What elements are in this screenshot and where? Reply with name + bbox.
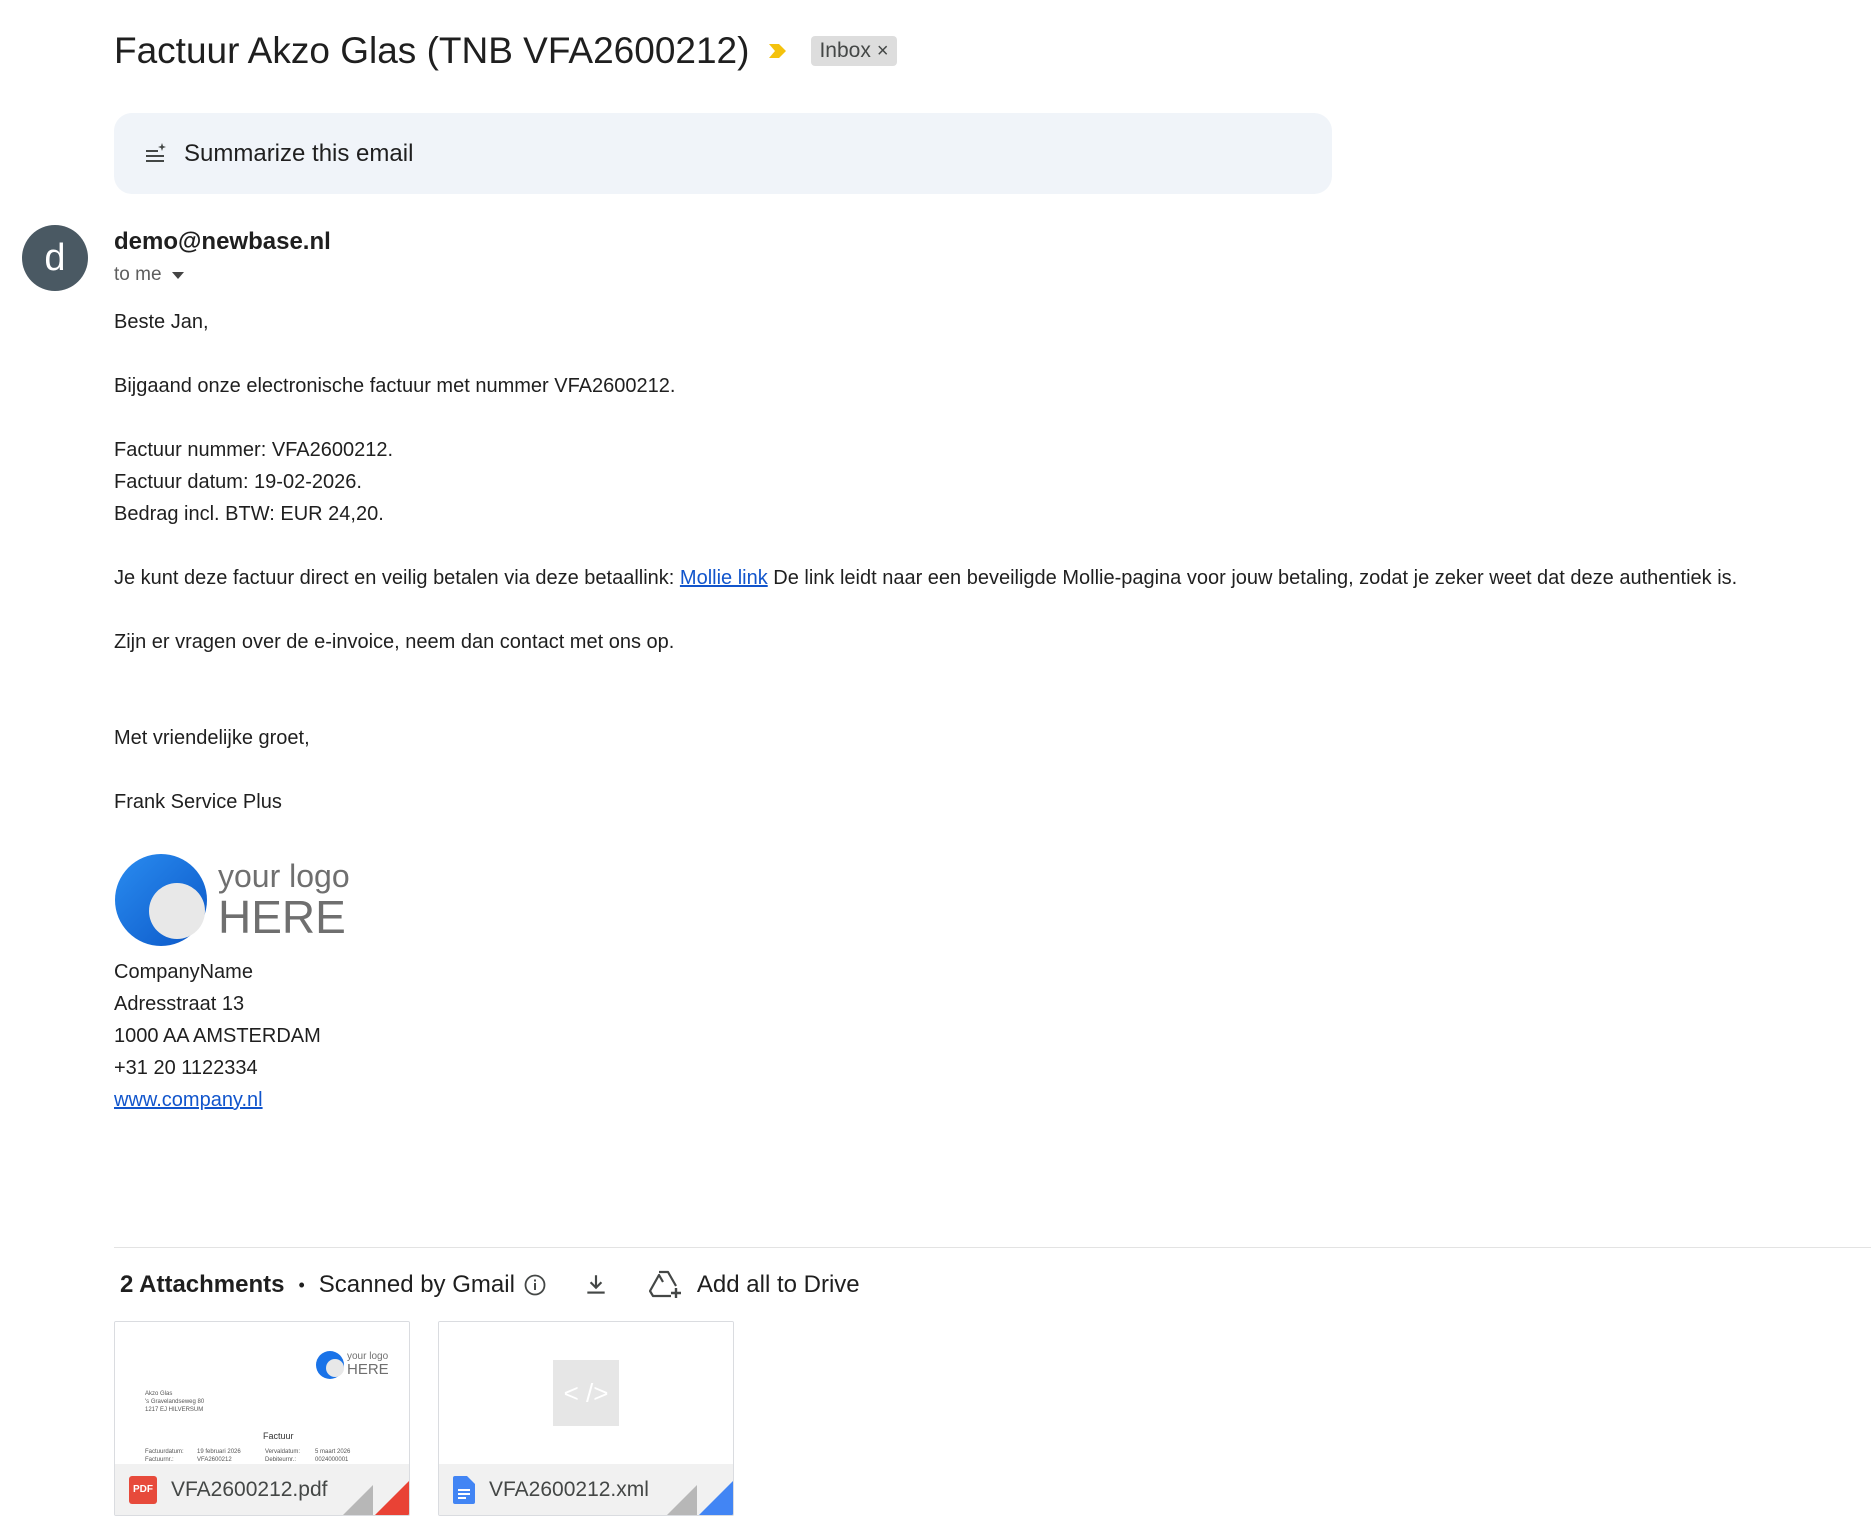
code-icon: < /> (553, 1360, 619, 1426)
mollie-payment-link[interactable]: Mollie link (680, 567, 768, 589)
invoice-number: Factuur nummer: VFA2600212. (114, 439, 394, 461)
greeting: Beste Jan, (114, 311, 209, 333)
label-chip-inbox[interactable]: Inbox × (811, 36, 897, 66)
preview-logo-icon (316, 1351, 344, 1379)
summarize-email-button[interactable]: Summarize this email (114, 113, 1332, 194)
payment-text-after: De link leidt naar een beveiligde Mollie… (767, 567, 1738, 589)
scanned-by-gmail: Scanned by Gmail (318, 1271, 515, 1298)
company-city: 1000 AA AMSTERDAM (114, 1025, 321, 1047)
sender-avatar[interactable]: d (22, 225, 88, 291)
attachment-name-pdf: VFA2600212.pdf (171, 1477, 328, 1501)
preview-row1-left: Factuurdatum: (145, 1449, 184, 1455)
attachments-count: 2 Attachments (120, 1271, 285, 1298)
preview-address-2: 's Gravelandseweg 80 (145, 1399, 205, 1405)
pdf-corner-fold-icon (343, 1481, 409, 1515)
document-file-icon (453, 1475, 475, 1504)
info-icon[interactable] (523, 1273, 547, 1297)
add-to-drive-icon[interactable] (648, 1270, 683, 1300)
logo-circle-icon (115, 854, 207, 946)
logo-text: your logo HERE (218, 860, 350, 940)
payment-text-before: Je kunt deze factuur direct en veilig be… (114, 567, 680, 589)
email-subject: Factuur Akzo Glas (TNB VFA2600212) (114, 30, 750, 71)
chevron-down-icon (171, 271, 184, 279)
questions-text: Zijn er vragen over de e-invoice, neem d… (114, 631, 675, 653)
payment-paragraph: Je kunt deze factuur direct en veilig be… (114, 562, 1864, 594)
preview-row1-right: Vervaldatum: (265, 1449, 301, 1455)
xml-corner-fold-icon (667, 1481, 733, 1515)
invoice-date: Factuur datum: 19-02-2026. (114, 471, 362, 493)
preview-row1-right-value: 5 maart 2026 (315, 1449, 351, 1455)
attachments-header: 2 Attachments • Scanned by Gmail Add all… (120, 1265, 860, 1305)
summarize-label: Summarize this email (184, 139, 414, 167)
preview-row2-left-value: VFA2600212 (197, 1457, 232, 1463)
recipient-details-toggle[interactable]: to me (114, 264, 184, 286)
company-logo: your logo HERE (114, 852, 1864, 948)
preview-address-3: 1217 EJ HILVERSUM (145, 1407, 204, 1413)
preview-row1-left-value: 19 februari 2026 (197, 1449, 241, 1455)
add-all-to-drive-button[interactable]: Add all to Drive (697, 1271, 860, 1299)
pdf-preview-thumbnail: your logo HERE Akzo Glas 's Gravelandsew… (115, 1322, 409, 1466)
preview-heading: Factuur (263, 1431, 294, 1441)
logo-line-1: your logo (218, 858, 350, 894)
company-phone: +31 20 1122334 (114, 1057, 258, 1079)
logo-line-2: HERE (218, 891, 346, 943)
closing-text: Met vriendelijke groet, (114, 727, 310, 749)
preview-row2-right-value: 0024000001 (315, 1457, 349, 1463)
preview-logo-text: your logo HERE (347, 1352, 389, 1378)
preview-row2-left: Factuurnr.: (145, 1457, 174, 1463)
subject-row: Factuur Akzo Glas (TNB VFA2600212) Inbox… (114, 24, 897, 78)
attachment-card-xml[interactable]: < /> VFA2600212.xml (438, 1321, 734, 1516)
sender-email[interactable]: demo@newbase.nl (114, 228, 331, 256)
label-chip-text: Inbox (819, 39, 871, 62)
summarize-icon (146, 142, 166, 162)
preview-row2-right: Debiteurnr.: (265, 1457, 297, 1463)
remove-label-icon[interactable]: × (877, 41, 889, 61)
company-street: Adresstraat 13 (114, 993, 245, 1015)
pdf-file-icon: PDF (129, 1475, 157, 1504)
intro-text: Bijgaand onze electronische factuur met … (114, 375, 676, 397)
attachment-name-xml: VFA2600212.xml (489, 1477, 649, 1501)
company-website-link[interactable]: www.company.nl (114, 1089, 263, 1111)
preview-logo-line-2: HERE (347, 1361, 389, 1378)
recipient-label: to me (114, 264, 162, 285)
attachments-divider (114, 1247, 1871, 1248)
download-all-icon[interactable] (583, 1272, 609, 1298)
company-details: CompanyName Adresstraat 13 1000 AA AMSTE… (114, 956, 1864, 1116)
xml-preview-thumbnail: < /> (439, 1322, 733, 1466)
invoice-amount: Bedrag incl. BTW: EUR 24,20. (114, 503, 384, 525)
signature-name: Frank Service Plus (114, 791, 282, 813)
attachment-card-pdf[interactable]: your logo HERE Akzo Glas 's Gravelandsew… (114, 1321, 410, 1516)
separator-dot: • (298, 1274, 305, 1295)
company-name: CompanyName (114, 961, 253, 983)
email-body: Beste Jan, Bijgaand onze electronische f… (114, 306, 1864, 1116)
importance-marker-icon[interactable] (767, 40, 793, 62)
preview-address-1: Akzo Glas (145, 1391, 173, 1397)
